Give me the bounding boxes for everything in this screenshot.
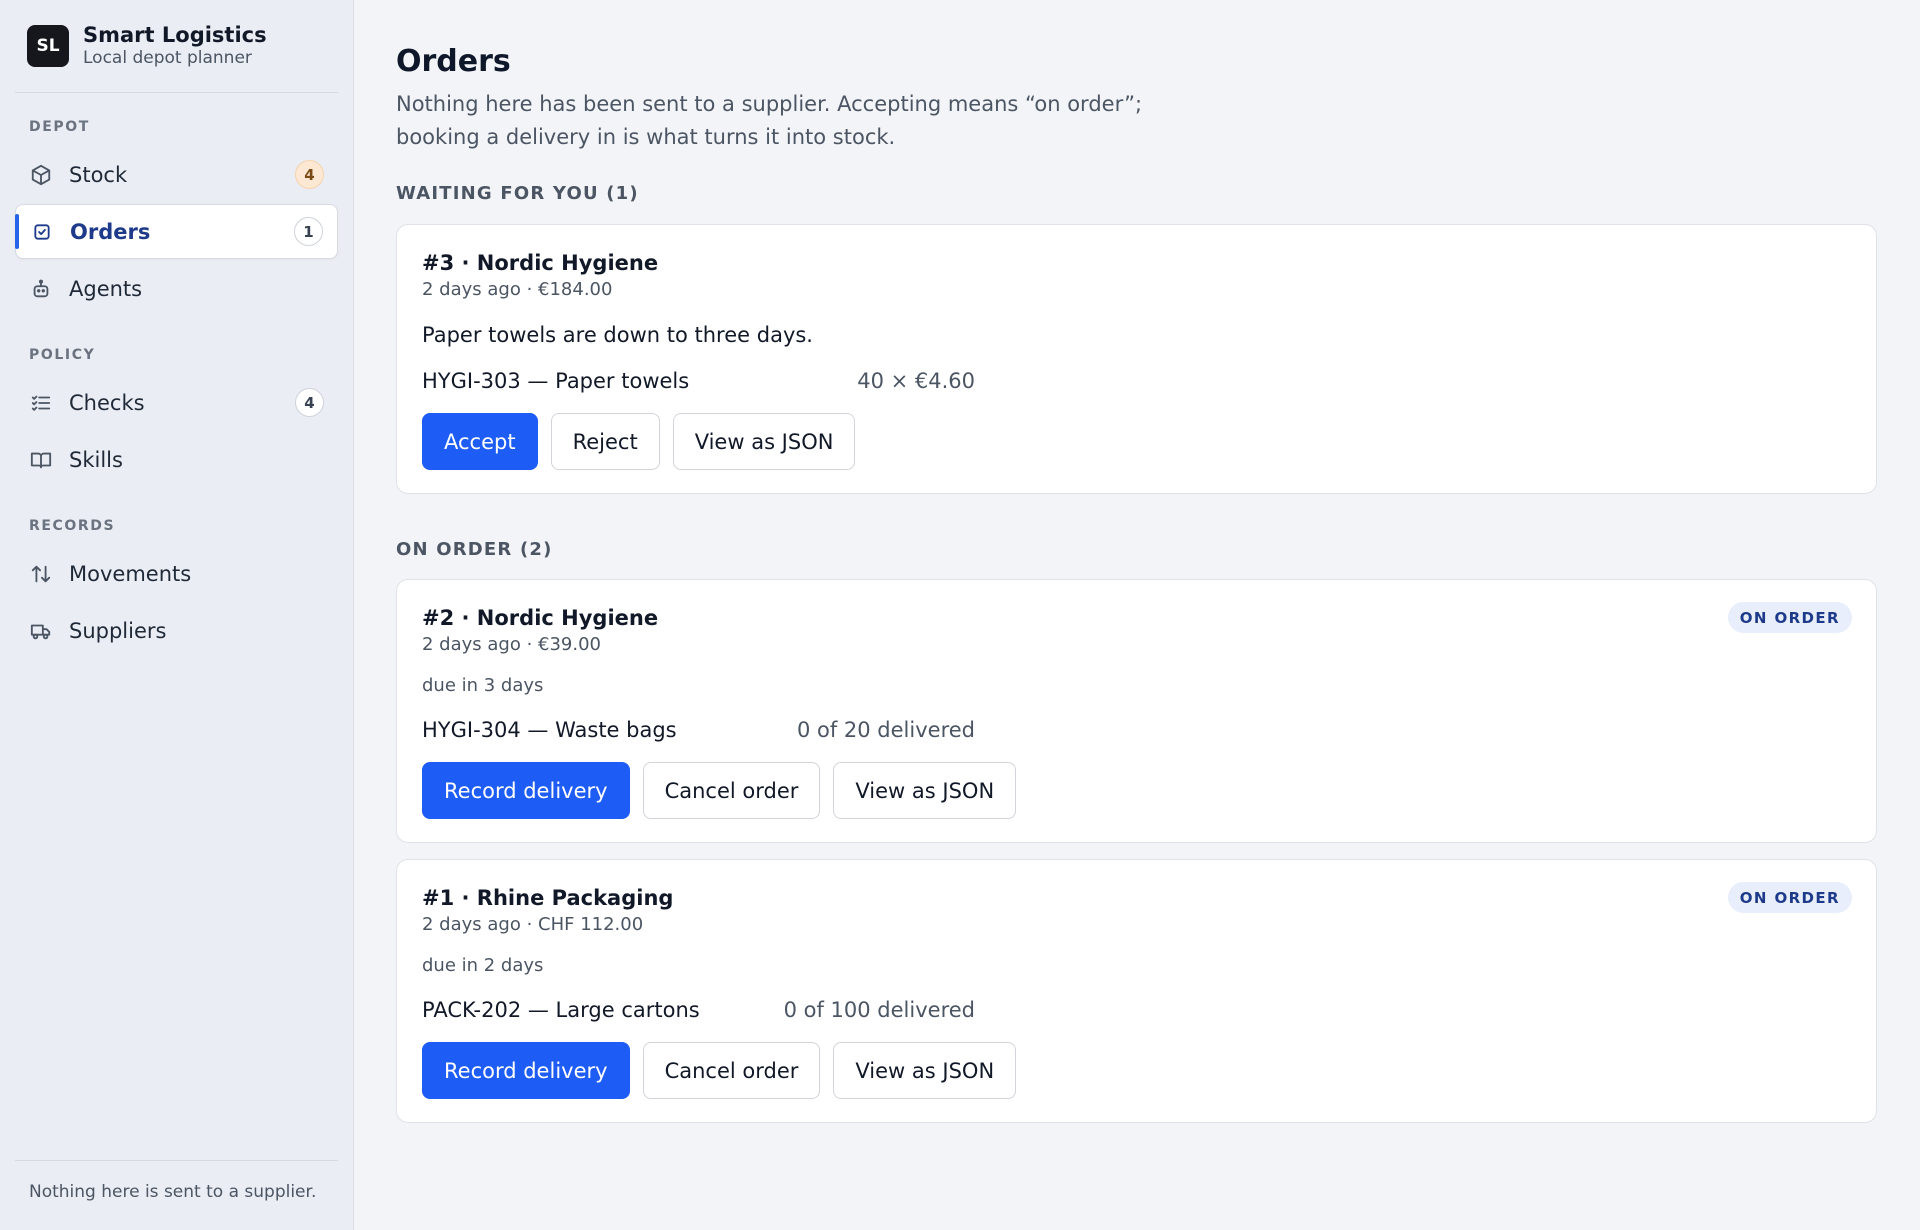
brand-subtitle: Local depot planner	[83, 48, 252, 68]
sidebar-item-checks[interactable]: Checks 4	[15, 375, 338, 430]
clipboard-check-icon	[30, 220, 54, 244]
line-item: HYGI-304 — Waste bags 0 of 20 delivered	[422, 716, 975, 744]
sidebar-item-agents[interactable]: Agents	[15, 261, 338, 316]
record-delivery-button[interactable]: Record delivery	[422, 762, 630, 819]
page-title: Orders	[396, 44, 511, 79]
brand-title: Smart Logistics	[83, 23, 267, 47]
sidebar-item-skills[interactable]: Skills	[15, 432, 338, 487]
accept-button[interactable]: Accept	[422, 413, 538, 470]
main-content: Orders Nothing here has been sent to a s…	[354, 0, 1920, 1230]
group-label-on-order: ON ORDER (2)	[396, 539, 553, 560]
count-badge: 1	[294, 217, 323, 246]
count-badge: 4	[295, 388, 324, 417]
order-card: ON ORDER #1 · Rhine Packaging 2 days ago…	[396, 859, 1877, 1123]
order-card: #3 · Nordic Hygiene 2 days ago · €184.00…	[396, 224, 1877, 494]
box-icon	[29, 163, 53, 187]
order-card: ON ORDER #2 · Nordic Hygiene 2 days ago …	[396, 579, 1877, 843]
robot-icon	[29, 277, 53, 301]
line-item-quantity: 40 × €4.60	[857, 369, 975, 393]
sidebar-item-label: Stock	[69, 162, 128, 187]
record-delivery-button[interactable]: Record delivery	[422, 1042, 630, 1099]
sidebar-item-orders[interactable]: Orders 1	[15, 204, 338, 259]
view-json-button[interactable]: View as JSON	[833, 762, 1017, 819]
line-item-name: HYGI-304 — Waste bags	[422, 718, 677, 742]
order-due: due in 2 days	[422, 955, 544, 976]
book-icon	[29, 448, 53, 472]
line-item-name: HYGI-303 — Paper towels	[422, 369, 690, 393]
status-badge: ON ORDER	[1727, 602, 1852, 633]
view-json-button[interactable]: View as JSON	[833, 1042, 1017, 1099]
brand: SL Smart Logistics Local depot planner	[15, 0, 338, 93]
line-item: HYGI-303 — Paper towels 40 × €4.60	[422, 367, 975, 395]
page-description: Nothing here has been sent to a supplier…	[396, 92, 1143, 149]
reject-button[interactable]: Reject	[550, 413, 660, 470]
brand-logo: SL	[27, 25, 69, 67]
order-actions: Record delivery Cancel order View as JSO…	[422, 1042, 1851, 1099]
count-badge: 4	[295, 160, 324, 189]
order-due: due in 3 days	[422, 675, 544, 696]
line-item: PACK-202 — Large cartons 0 of 100 delive…	[422, 996, 975, 1024]
order-title: #2 · Nordic Hygiene	[422, 606, 659, 630]
section-label-policy: POLICY	[29, 347, 96, 363]
sidebar-item-label: Suppliers	[69, 618, 167, 643]
order-meta: 2 days ago · €184.00	[422, 279, 613, 300]
order-actions: Accept Reject View as JSON	[422, 413, 1851, 470]
order-title: #1 · Rhine Packaging	[422, 886, 674, 910]
sidebar-item-label: Skills	[69, 447, 123, 472]
sidebar-footer: Nothing here is sent to a supplier.	[15, 1160, 338, 1230]
order-actions: Record delivery Cancel order View as JSO…	[422, 762, 1851, 819]
app-root: SL Smart Logistics Local depot planner D…	[0, 0, 1920, 1230]
sidebar-item-stock[interactable]: Stock 4	[15, 147, 338, 202]
order-meta: 2 days ago · €39.00	[422, 634, 601, 655]
line-item-delivered: 0 of 100 delivered	[783, 998, 975, 1022]
arrows-up-down-icon	[29, 562, 53, 586]
sidebar: SL Smart Logistics Local depot planner D…	[0, 0, 354, 1230]
section-label-records: RECORDS	[29, 518, 116, 534]
sidebar-item-label: Checks	[69, 390, 145, 415]
cancel-order-button[interactable]: Cancel order	[642, 762, 821, 819]
section-label-depot: DEPOT	[29, 119, 90, 135]
truck-icon	[29, 619, 53, 643]
line-item-name: PACK-202 — Large cartons	[422, 998, 700, 1022]
sidebar-item-label: Agents	[69, 276, 143, 301]
order-note: Paper towels are down to three days.	[422, 323, 813, 347]
line-item-delivered: 0 of 20 delivered	[796, 718, 975, 742]
checklist-icon	[29, 391, 53, 415]
status-badge: ON ORDER	[1727, 882, 1852, 913]
sidebar-item-suppliers[interactable]: Suppliers	[15, 603, 338, 658]
sidebar-item-label: Orders	[70, 219, 151, 244]
cancel-order-button[interactable]: Cancel order	[642, 1042, 821, 1099]
sidebar-item-label: Movements	[69, 561, 192, 586]
group-label-waiting: WAITING FOR YOU (1)	[396, 183, 639, 204]
order-meta: 2 days ago · CHF 112.00	[422, 914, 644, 935]
brand-text: Smart Logistics Local depot planner	[83, 23, 267, 69]
order-title: #3 · Nordic Hygiene	[422, 251, 659, 275]
view-json-button[interactable]: View as JSON	[672, 413, 856, 470]
sidebar-item-movements[interactable]: Movements	[15, 546, 338, 601]
